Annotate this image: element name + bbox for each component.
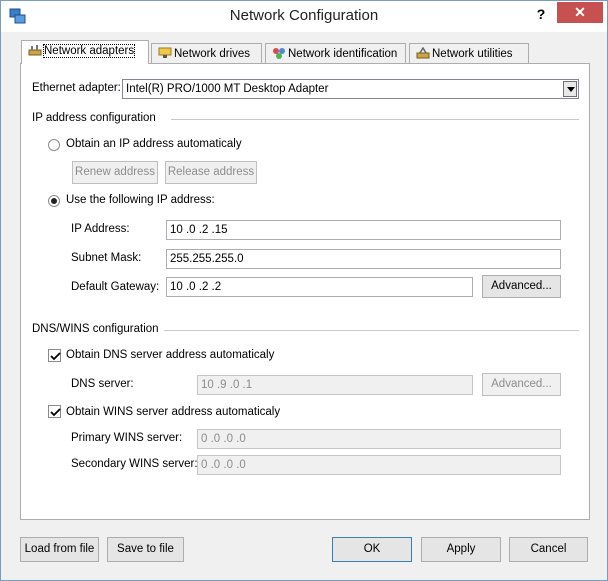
obtain-ip-auto-radio[interactable]	[48, 139, 60, 151]
ethernet-adapter-value: Intel(R) PRO/1000 MT Desktop Adapter	[126, 83, 329, 95]
checkmark-icon	[50, 408, 61, 417]
obtain-dns-auto-label: Obtain DNS server address automaticaly	[66, 349, 275, 361]
obtain-ip-auto-label: Obtain an IP address automaticaly	[66, 138, 242, 150]
dns-advanced-button[interactable]: Advanced...	[482, 373, 561, 396]
ip-advanced-button[interactable]: Advanced...	[482, 275, 561, 298]
obtain-dns-auto-checkbox[interactable]	[48, 349, 61, 362]
title-bar: Network Configuration ? ✕	[1, 1, 607, 32]
section-divider	[171, 119, 579, 120]
default-gateway-label: Default Gateway:	[71, 281, 160, 293]
ip-address-label: IP Address:	[71, 223, 130, 235]
network-adapter-icon	[28, 44, 42, 56]
network-adapters-panel: Ethernet adapter: Intel(R) PRO/1000 MT D…	[20, 63, 590, 520]
tab-network-identification[interactable]: Network identification	[265, 43, 406, 63]
tab-network-adapters[interactable]: Network adapters	[21, 40, 149, 64]
ip-section-title: IP address configuration	[32, 112, 156, 124]
checkmark-icon	[50, 352, 61, 361]
obtain-wins-auto-checkbox[interactable]	[48, 405, 61, 418]
load-from-file-button[interactable]: Load from file	[20, 537, 99, 562]
primary-wins-label: Primary WINS server:	[71, 432, 183, 444]
apply-button[interactable]: Apply	[421, 537, 501, 562]
primary-wins-field[interactable]: 0 .0 .0 .0	[197, 429, 561, 449]
cancel-button[interactable]: Cancel	[509, 537, 588, 562]
release-address-button[interactable]: Release address	[165, 161, 257, 184]
network-configuration-window: Network Configuration ? ✕ Network adapte…	[0, 0, 608, 581]
tab-network-drives[interactable]: Network drives	[151, 43, 262, 63]
secondary-wins-label: Secondary WINS server:	[71, 458, 198, 470]
default-gateway-field[interactable]: 10 .0 .2 .2	[166, 277, 473, 297]
use-following-ip-label: Use the following IP address:	[66, 194, 215, 206]
network-drive-icon	[158, 47, 172, 59]
subnet-mask-field[interactable]: 255.255.255.0	[166, 249, 561, 269]
secondary-wins-field[interactable]: 0 .0 .0 .0	[197, 455, 561, 475]
ip-address-field[interactable]: 10 .0 .2 .15	[166, 220, 561, 240]
save-to-file-button[interactable]: Save to file	[107, 537, 184, 562]
network-utilities-icon	[416, 46, 430, 59]
dns-server-label: DNS server:	[71, 378, 134, 390]
ethernet-adapter-select[interactable]: Intel(R) PRO/1000 MT Desktop Adapter	[122, 79, 579, 99]
dns-server-field[interactable]: 10 .9 .0 .1	[197, 375, 473, 395]
dns-section-title: DNS/WINS configuration	[32, 323, 159, 335]
ethernet-adapter-label: Ethernet adapter:	[32, 82, 121, 94]
help-button[interactable]: ?	[529, 3, 553, 25]
network-identification-icon	[272, 47, 286, 59]
subnet-mask-label: Subnet Mask:	[71, 252, 142, 264]
section-divider	[164, 330, 579, 331]
use-following-ip-radio[interactable]	[48, 195, 60, 207]
ok-button[interactable]: OK	[332, 537, 412, 562]
window-title: Network Configuration	[229, 7, 379, 24]
tab-network-utilities[interactable]: Network utilities	[409, 43, 529, 63]
close-button[interactable]: ✕	[557, 2, 603, 23]
renew-address-button[interactable]: Renew address	[72, 161, 158, 184]
chevron-down-icon[interactable]	[563, 81, 577, 97]
obtain-wins-auto-label: Obtain WINS server address automaticaly	[66, 406, 281, 418]
